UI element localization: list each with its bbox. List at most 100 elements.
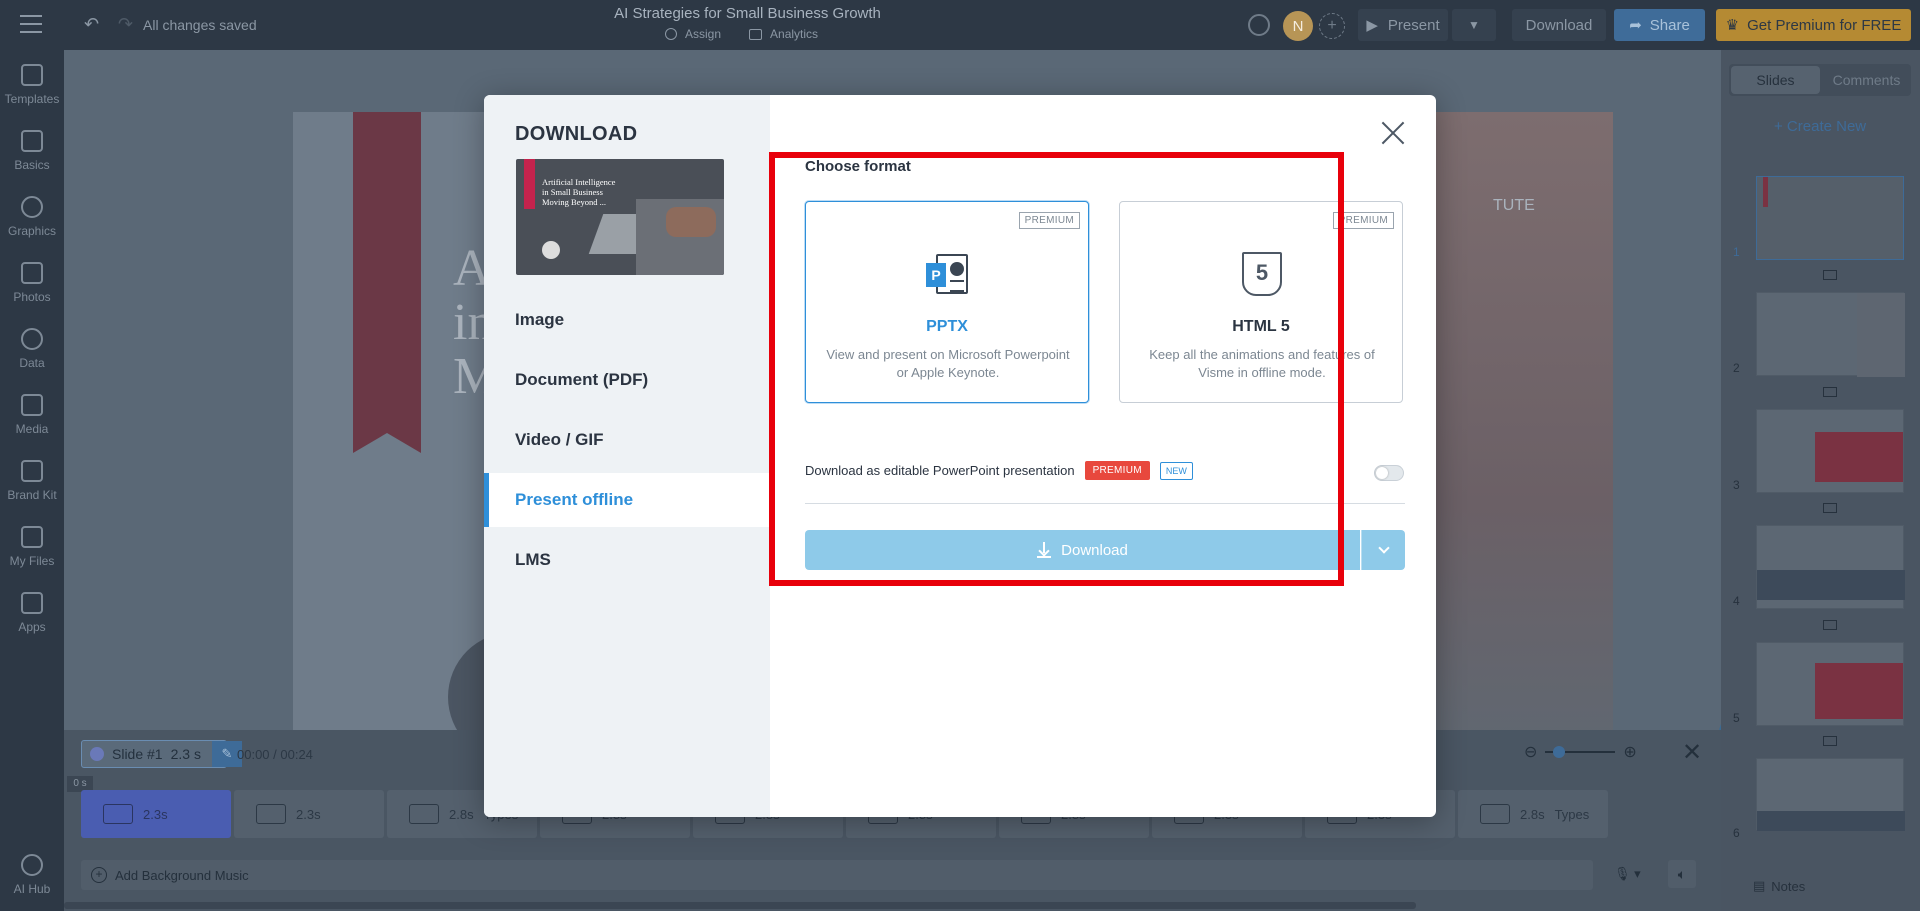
zoom-out-icon[interactable]: ⊖ bbox=[1524, 742, 1537, 762]
left-sidebar: Templates Basics Graphics Photos Data Me… bbox=[0, 50, 64, 911]
download-nav-lms[interactable]: LMS bbox=[484, 533, 770, 587]
thumb-title: Artificial Intelligence in Small Busines… bbox=[542, 177, 616, 207]
clip-duration: 2.3s bbox=[143, 806, 168, 822]
present-button[interactable]: ▶ Present bbox=[1358, 9, 1448, 41]
nav-my-files[interactable]: My Files bbox=[0, 518, 64, 578]
share-button[interactable]: ➦ Share bbox=[1614, 9, 1705, 41]
thumb-photo bbox=[1857, 293, 1905, 377]
slide-layout-icon bbox=[1480, 804, 1510, 824]
nav-label: Basics bbox=[14, 158, 50, 172]
timeline-clip[interactable]: 2.8s Types bbox=[1458, 790, 1608, 838]
create-new-slide-button[interactable]: + Create New bbox=[1774, 118, 1866, 135]
nav-label: My Files bbox=[9, 554, 55, 568]
slide-thumbnail[interactable] bbox=[1756, 292, 1905, 377]
premium-label: Get Premium for FREE bbox=[1747, 16, 1902, 34]
music-label: Add Background Music bbox=[115, 867, 249, 883]
nav-label: Graphics bbox=[7, 224, 57, 238]
graphics-icon bbox=[21, 196, 43, 218]
slide-thumbnail[interactable] bbox=[1756, 642, 1904, 726]
slide-thumbnail[interactable] bbox=[1756, 409, 1904, 493]
tab-comments[interactable]: Comments bbox=[1822, 64, 1911, 96]
slide-chip[interactable]: Slide #1 2.3 s ✎ bbox=[81, 740, 242, 768]
comment-icon[interactable] bbox=[1248, 14, 1270, 36]
zoom-in-icon[interactable]: ⊕ bbox=[1623, 742, 1636, 762]
assign-link[interactable]: Assign bbox=[665, 27, 721, 41]
zoom-slider[interactable] bbox=[1545, 746, 1616, 758]
tab-slides[interactable]: Slides bbox=[1731, 66, 1820, 94]
present-dropdown[interactable]: ▼ bbox=[1452, 9, 1496, 41]
redo-icon[interactable]: ↷ bbox=[118, 14, 133, 35]
avatar[interactable]: N bbox=[1283, 11, 1313, 41]
close-icon[interactable] bbox=[1381, 121, 1405, 145]
zoom-knob[interactable] bbox=[1553, 746, 1566, 758]
nav-ai-hub[interactable]: AI Hub bbox=[0, 846, 64, 906]
text-icon bbox=[21, 130, 43, 152]
nav-basics[interactable]: Basics bbox=[0, 122, 64, 182]
clip-type: Types bbox=[1554, 806, 1590, 822]
plus-icon: + bbox=[91, 867, 107, 883]
download-nav-present-offline[interactable]: Present offline bbox=[484, 473, 770, 527]
thumb-number: 2 bbox=[1733, 361, 1740, 375]
apps-icon bbox=[21, 592, 43, 614]
menu-icon[interactable] bbox=[20, 15, 42, 33]
download-options-dropdown[interactable] bbox=[1361, 530, 1405, 570]
timeline-scrollbar[interactable] bbox=[64, 902, 1416, 909]
timeline-clip[interactable]: 2.3s bbox=[81, 790, 231, 838]
slide-thumbnail[interactable] bbox=[1756, 176, 1904, 260]
present-label: Present bbox=[1387, 16, 1440, 34]
microphone-icon[interactable]: 🎙︎ ▾ bbox=[1614, 866, 1641, 882]
assign-icon bbox=[665, 28, 677, 40]
thumb-options-icon[interactable] bbox=[1823, 387, 1837, 397]
slide-duration: 2.3 s bbox=[170, 746, 201, 762]
nav-brand-kit[interactable]: Brand Kit bbox=[0, 452, 64, 512]
play-icon: ▶ bbox=[1366, 17, 1378, 34]
chart-icon bbox=[21, 328, 43, 350]
document-title[interactable]: AI Strategies for Small Business Growth bbox=[560, 5, 935, 22]
timeline-zoom[interactable]: ⊖ ⊕ bbox=[1524, 742, 1637, 762]
notes-icon: ▤ bbox=[1753, 878, 1766, 893]
nav-graphics[interactable]: Graphics bbox=[0, 188, 64, 248]
media-icon bbox=[21, 394, 43, 416]
thumb-photo bbox=[1757, 570, 1905, 600]
slide-chip-label: Slide #1 bbox=[112, 746, 163, 762]
thumb-options-icon[interactable] bbox=[1823, 736, 1837, 746]
crown-icon: ♛ bbox=[1725, 17, 1740, 34]
thumb-options-icon[interactable] bbox=[1823, 620, 1837, 630]
thumb-number: 6 bbox=[1733, 826, 1740, 840]
volume-icon[interactable]: 🔈︎ bbox=[1668, 860, 1696, 888]
clip-duration: 2.3s bbox=[296, 806, 321, 822]
close-timeline-icon[interactable]: ✕ bbox=[1682, 738, 1702, 767]
thumb-options-icon[interactable] bbox=[1823, 270, 1837, 280]
top-download-button[interactable]: Download bbox=[1512, 9, 1606, 41]
download-nav-video-gif[interactable]: Video / GIF bbox=[484, 413, 770, 467]
slide-thumbnail[interactable] bbox=[1756, 525, 1905, 609]
sparkle-icon bbox=[21, 854, 43, 876]
thumb-number: 1 bbox=[1733, 245, 1740, 259]
nav-apps[interactable]: Apps bbox=[0, 584, 64, 644]
thumb-options-icon[interactable] bbox=[1823, 503, 1837, 513]
analytics-icon bbox=[749, 28, 763, 40]
download-nav-image[interactable]: Image bbox=[484, 293, 770, 347]
nav-label: Apps bbox=[18, 620, 46, 634]
nav-data[interactable]: Data bbox=[0, 320, 64, 380]
notes-button[interactable]: ▤ Notes bbox=[1743, 872, 1815, 900]
templates-icon bbox=[21, 64, 43, 86]
chevron-down-icon bbox=[1377, 542, 1390, 554]
add-user-button[interactable]: + bbox=[1319, 13, 1345, 39]
nav-templates[interactable]: Templates bbox=[0, 56, 64, 116]
analytics-link[interactable]: Analytics bbox=[749, 27, 818, 41]
nav-photos[interactable]: Photos bbox=[0, 254, 64, 314]
nav-media[interactable]: Media bbox=[0, 386, 64, 446]
slide-thumbnail[interactable] bbox=[1756, 758, 1905, 831]
thumb-avatar bbox=[542, 241, 560, 259]
download-nav-pdf[interactable]: Document (PDF) bbox=[484, 353, 770, 407]
add-background-music[interactable]: + Add Background Music bbox=[81, 860, 1593, 890]
highlight-box bbox=[769, 152, 1344, 586]
slide-layout-icon bbox=[256, 804, 286, 824]
undo-icon[interactable]: ↶ bbox=[84, 14, 99, 35]
editable-pptx-toggle[interactable] bbox=[1374, 465, 1404, 481]
nav-label: Media bbox=[15, 422, 49, 436]
timeline-clip[interactable]: 2.3s bbox=[234, 790, 384, 838]
get-premium-button[interactable]: ♛ Get Premium for FREE bbox=[1716, 9, 1911, 41]
thumb-number: 5 bbox=[1733, 711, 1740, 725]
